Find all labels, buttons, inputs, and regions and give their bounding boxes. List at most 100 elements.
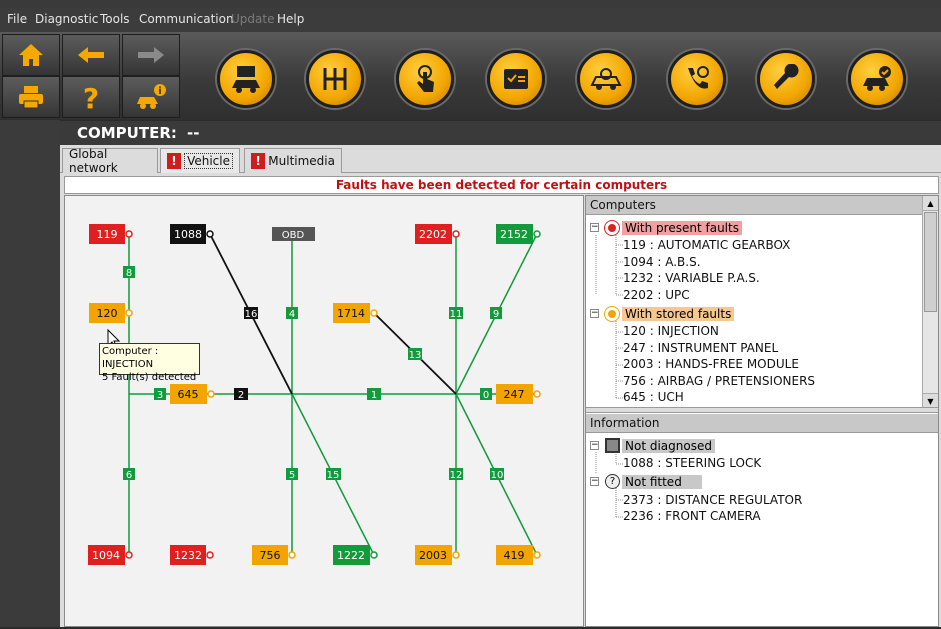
computer-item[interactable]: 119 : AUTOMATIC GEARBOX [623, 238, 790, 252]
group-not-fitted[interactable]: − ? Not fitted [588, 473, 706, 490]
computer-item[interactable]: 756 : AIRBAG / PRETENSIONERS [623, 374, 815, 388]
present-fault-icon [605, 220, 619, 235]
computer-item[interactable]: 2003 : HANDS-FREE MODULE [623, 357, 799, 371]
svg-text:419: 419 [504, 549, 525, 562]
svg-text:10: 10 [491, 470, 504, 481]
computer-item[interactable]: 1088 : STEERING LOCK [623, 456, 761, 470]
ecu-node-2003[interactable]: 2003 [415, 545, 452, 565]
vehicle-scan-icon [590, 68, 622, 90]
phone-support-button[interactable] [668, 50, 726, 108]
printer-icon [19, 86, 43, 109]
forward-button[interactable] [122, 34, 180, 76]
vehicle-info-button[interactable]: i [122, 76, 180, 118]
menu-bar: File Diagnostic Tools Communication Upda… [0, 8, 941, 32]
ecu-node-2202[interactable]: 2202 [415, 224, 452, 244]
svg-text:16: 16 [245, 309, 258, 320]
back-button[interactable] [62, 34, 120, 76]
present-faults-label: With present faults [622, 220, 742, 235]
ecu-node-756[interactable]: 756 [252, 545, 288, 565]
link-label: 12 [449, 468, 463, 481]
ecu-node-1088[interactable]: 1088 [170, 224, 206, 244]
help-button[interactable]: ? [62, 76, 120, 118]
ecu-node-645[interactable]: 645 [170, 384, 207, 404]
computers-scrollbar[interactable]: ▲ ▼ [922, 196, 938, 408]
menu-diagnostic[interactable]: Diagnostic [35, 12, 98, 26]
wrench-button[interactable] [757, 50, 815, 108]
svg-text:0: 0 [483, 390, 489, 401]
svg-text:4: 4 [289, 309, 295, 320]
group-stored-faults[interactable]: − With stored faults [588, 305, 738, 322]
print-button[interactable] [2, 76, 60, 118]
collapse-icon[interactable]: − [590, 309, 599, 318]
ecu-node-1232[interactable]: 1232 [170, 545, 206, 565]
menu-file[interactable]: File [7, 12, 27, 26]
link-label: 11 [449, 307, 463, 320]
svg-text:1: 1 [371, 390, 377, 401]
ecu-node-419[interactable]: 419 [496, 545, 533, 565]
collapse-icon[interactable]: − [590, 223, 599, 232]
ecu-node-1714[interactable]: 1714 [333, 303, 370, 323]
svg-text:756: 756 [260, 549, 281, 562]
ecu-node-119[interactable]: 119 [89, 224, 125, 244]
computer-item[interactable]: 120 : INJECTION [623, 324, 719, 338]
ecu-node-247[interactable]: 247 [496, 384, 533, 404]
menu-tools[interactable]: Tools [100, 12, 130, 26]
fault-banner: Faults have been detected for certain co… [64, 176, 939, 194]
svg-text:9: 9 [493, 309, 499, 320]
ecu-node-120[interactable]: 120 [89, 303, 125, 323]
touch-icon [417, 65, 434, 92]
svg-text:OBD: OBD [282, 230, 305, 241]
svg-text:?: ? [83, 82, 99, 112]
scroll-up-icon[interactable]: ▲ [923, 196, 938, 211]
group-present-faults[interactable]: − With present faults [588, 219, 746, 236]
obd-socket: OBD [272, 227, 315, 241]
vehicle-check-button[interactable] [848, 50, 906, 108]
ecu-node-1094[interactable]: 1094 [88, 545, 125, 565]
computers-title: Computers [590, 198, 656, 212]
svg-text:1714: 1714 [337, 307, 365, 320]
computer-item[interactable]: 2373 : DISTANCE REGULATOR [623, 493, 802, 507]
menu-update[interactable]: Update [231, 12, 274, 26]
svg-text:1088: 1088 [174, 228, 202, 241]
touch-button[interactable] [396, 50, 454, 108]
scroll-down-icon[interactable]: ▼ [923, 393, 938, 408]
computer-item[interactable]: 1094 : A.B.S. [623, 255, 701, 269]
link-label: 3 [154, 388, 166, 401]
vehicle-scan-button[interactable] [577, 50, 635, 108]
computer-item[interactable]: 2202 : UPC [623, 288, 690, 302]
home-button[interactable] [2, 34, 60, 76]
checklist-button[interactable] [487, 50, 545, 108]
computer-item[interactable]: 2236 : FRONT CAMERA [623, 509, 761, 523]
tab-multimedia-label: Multimedia [268, 154, 335, 168]
information-title: Information [590, 416, 660, 430]
tab-multimedia[interactable]: ! Multimedia [244, 148, 342, 173]
menu-help[interactable]: Help [277, 12, 304, 26]
link-label: 13 [408, 348, 422, 361]
svg-text:2003: 2003 [419, 549, 447, 562]
group-not-diagnosed[interactable]: − Not diagnosed [588, 437, 719, 454]
link-label: 6 [123, 468, 135, 481]
collapse-icon[interactable]: − [590, 477, 599, 486]
vehicle-info-icon: i [137, 84, 166, 109]
tab-vehicle[interactable]: ! Vehicle [160, 148, 240, 173]
computer-item[interactable]: 645 : UCH [623, 390, 684, 404]
vehicle-identification-button[interactable] [217, 50, 275, 108]
checklist-icon [504, 69, 528, 89]
scroll-thumb[interactable] [924, 212, 937, 312]
menu-communication[interactable]: Communication [139, 12, 234, 26]
computer-item[interactable]: 1232 : VARIABLE P.A.S. [623, 271, 760, 285]
svg-text:645: 645 [178, 388, 199, 401]
computer-item[interactable]: 247 : INSTRUMENT PANEL [623, 341, 778, 355]
panel-splitter[interactable] [586, 407, 938, 413]
svg-text:2152: 2152 [500, 228, 528, 241]
gearbox-button[interactable] [306, 50, 364, 108]
link-label: 16 [244, 307, 258, 320]
ecu-node-2152[interactable]: 2152 [496, 224, 533, 244]
ecu-node-1222[interactable]: 1222 [333, 545, 370, 565]
tab-global-network[interactable]: Global network [62, 147, 158, 175]
wrench-icon [774, 64, 799, 89]
collapse-icon[interactable]: − [590, 441, 599, 450]
svg-text:1094: 1094 [92, 549, 120, 562]
left-gutter [0, 120, 60, 627]
link-label: 0 [480, 388, 492, 401]
